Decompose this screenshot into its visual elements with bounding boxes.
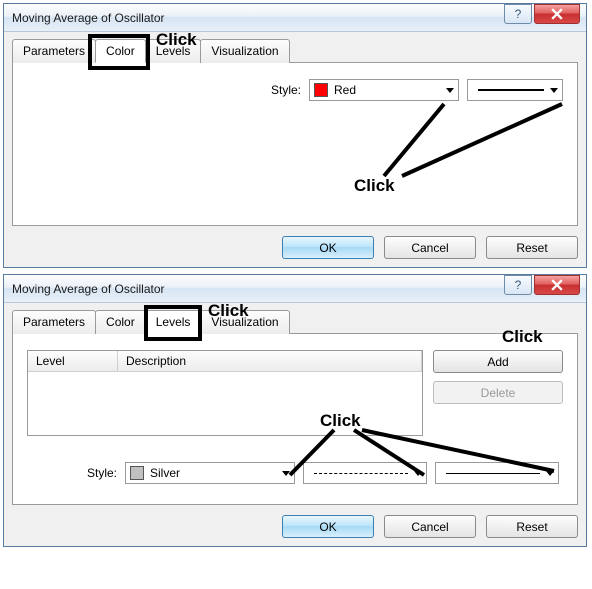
help-button[interactable]: ? <box>504 4 532 24</box>
levels-table-header: Level Description <box>28 351 422 372</box>
color-swatch-icon <box>314 83 328 97</box>
chevron-down-icon <box>446 88 454 93</box>
window-title: Moving Average of Oscillator <box>12 11 165 25</box>
close-button[interactable] <box>534 4 580 24</box>
line-style-select[interactable] <box>303 462 427 484</box>
cancel-button[interactable]: Cancel <box>384 515 476 538</box>
reset-button[interactable]: Reset <box>486 236 578 259</box>
delete-button: Delete <box>433 381 563 404</box>
ok-button[interactable]: OK <box>282 515 374 538</box>
close-icon <box>551 8 563 20</box>
style-label: Style: <box>271 83 301 97</box>
levels-side-buttons: Add Delete <box>433 350 563 436</box>
client-area: Parameters Color Levels Visualization St… <box>4 32 586 267</box>
dialog-buttons: OK Cancel Reset <box>12 226 578 259</box>
line-weight-select[interactable] <box>435 462 559 484</box>
tab-bar: Parameters Color Levels Visualization <box>12 309 578 333</box>
dialog-buttons: OK Cancel Reset <box>12 505 578 538</box>
tab-levels[interactable]: Levels <box>145 310 202 334</box>
levels-area: Level Description Add Delete <box>27 350 563 436</box>
color-swatch-icon <box>130 466 144 480</box>
color-name: Silver <box>150 466 282 480</box>
line-thin-icon <box>446 473 540 474</box>
line-solid-icon <box>478 89 544 91</box>
levels-table[interactable]: Level Description <box>27 350 423 436</box>
add-button[interactable]: Add <box>433 350 563 373</box>
tab-panel-levels: Level Description Add Delete Style: Silv… <box>12 333 578 505</box>
column-level[interactable]: Level <box>28 351 118 371</box>
color-select[interactable]: Red <box>309 79 459 101</box>
dialog-levels-tab: Moving Average of Oscillator ? Parameter… <box>3 274 587 547</box>
titlebar-buttons: ? <box>504 4 586 31</box>
chevron-down-icon <box>550 88 558 93</box>
close-icon <box>551 279 563 291</box>
color-select[interactable]: Silver <box>125 462 295 484</box>
dialog-color-tab: Moving Average of Oscillator ? Parameter… <box>3 3 587 268</box>
tab-levels[interactable]: Levels <box>145 39 202 63</box>
titlebar: Moving Average of Oscillator ? <box>4 4 586 32</box>
chevron-down-icon <box>414 471 422 476</box>
column-description[interactable]: Description <box>118 351 422 371</box>
tab-color[interactable]: Color <box>95 39 146 63</box>
style-label: Style: <box>87 466 117 480</box>
tab-visualization[interactable]: Visualization <box>200 39 289 63</box>
tab-bar: Parameters Color Levels Visualization <box>12 38 578 62</box>
help-icon: ? <box>515 278 522 292</box>
cancel-button[interactable]: Cancel <box>384 236 476 259</box>
line-dashed-icon <box>314 473 408 474</box>
window-title: Moving Average of Oscillator <box>12 282 165 296</box>
tab-panel-color: Style: Red <box>12 62 578 226</box>
titlebar: Moving Average of Oscillator ? <box>4 275 586 303</box>
tab-visualization[interactable]: Visualization <box>200 310 289 334</box>
ok-button[interactable]: OK <box>282 236 374 259</box>
tab-parameters[interactable]: Parameters <box>12 39 96 63</box>
color-name: Red <box>334 83 446 97</box>
reset-button[interactable]: Reset <box>486 515 578 538</box>
titlebar-buttons: ? <box>504 275 586 302</box>
help-button[interactable]: ? <box>504 275 532 295</box>
client-area: Parameters Color Levels Visualization Le… <box>4 303 586 546</box>
help-icon: ? <box>515 7 522 21</box>
line-style-select[interactable] <box>467 79 563 101</box>
tab-color[interactable]: Color <box>95 310 146 334</box>
chevron-down-icon <box>282 471 290 476</box>
chevron-down-icon <box>546 471 554 476</box>
close-button[interactable] <box>534 275 580 295</box>
tab-parameters[interactable]: Parameters <box>12 310 96 334</box>
